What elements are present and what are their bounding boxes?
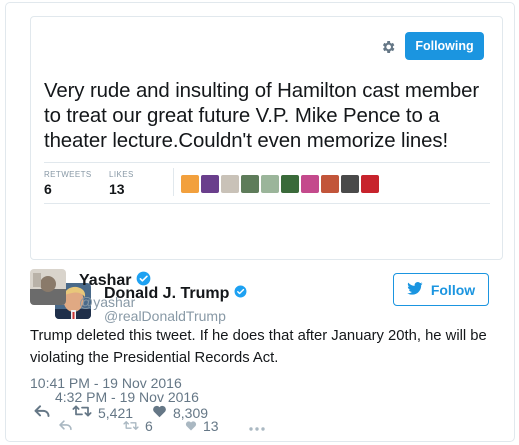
verified-badge-icon bbox=[234, 285, 247, 303]
twitter-bird-icon bbox=[407, 281, 423, 298]
liker-avatar[interactable] bbox=[181, 175, 199, 193]
quoted-tweet-text: Very rude and insulting of Hamilton cast… bbox=[44, 80, 480, 152]
author-handle[interactable]: @yashar bbox=[79, 294, 135, 310]
stats-divider-top bbox=[44, 162, 490, 163]
retweet-icon bbox=[72, 404, 92, 421]
follow-button[interactable]: Follow bbox=[393, 273, 489, 306]
likes-stat[interactable]: LIKES 13 bbox=[109, 170, 134, 197]
liker-avatars bbox=[181, 175, 379, 193]
liker-avatar[interactable] bbox=[201, 175, 219, 193]
gear-icon[interactable] bbox=[380, 39, 396, 55]
tweet-text: Trump deleted this tweet. If he does tha… bbox=[30, 328, 487, 366]
like-count: 8,309 bbox=[173, 404, 209, 421]
liker-avatar[interactable] bbox=[341, 175, 359, 193]
following-button[interactable]: Following bbox=[405, 32, 484, 60]
liker-avatar[interactable] bbox=[261, 175, 279, 193]
liker-avatar[interactable] bbox=[321, 175, 339, 193]
quoted-tweet-timestamp[interactable]: 4:32 PM - 19 Nov 2016 bbox=[55, 389, 199, 405]
retweets-count: 6 bbox=[44, 181, 52, 197]
likes-count: 13 bbox=[109, 181, 125, 197]
more-action[interactable] bbox=[249, 418, 265, 434]
retweet-count: 5,421 bbox=[98, 404, 134, 421]
quoted-tweet-card[interactable]: Donald J. Trump @realDonaldTrump Followi… bbox=[30, 16, 503, 434]
author-name[interactable]: Yashar bbox=[79, 272, 131, 290]
more-dots-icon bbox=[249, 418, 265, 434]
retweet-action[interactable]: 5,421 bbox=[72, 404, 152, 421]
retweets-stat[interactable]: RETWEETS 6 bbox=[44, 170, 92, 197]
author-avatar[interactable] bbox=[30, 269, 66, 305]
follow-label: Follow bbox=[430, 281, 476, 298]
liker-avatar[interactable] bbox=[281, 175, 299, 193]
liker-avatar[interactable] bbox=[241, 175, 259, 193]
liker-avatar[interactable] bbox=[361, 175, 379, 193]
stats-vertical-divider bbox=[173, 168, 174, 196]
author-name-row: Yashar bbox=[79, 271, 151, 291]
reply-icon bbox=[34, 404, 50, 421]
stats-divider-bottom bbox=[44, 203, 490, 204]
like-action[interactable]: 8,309 bbox=[152, 404, 208, 421]
verified-badge-icon bbox=[136, 271, 151, 291]
liker-avatar[interactable] bbox=[221, 175, 239, 193]
retweets-label: RETWEETS bbox=[44, 170, 92, 179]
likes-label: LIKES bbox=[109, 170, 134, 179]
tweet-timestamp[interactable]: 10:41 PM - 19 Nov 2016 bbox=[30, 375, 182, 391]
tweet-embed-card: Donald J. Trump @realDonaldTrump Followi… bbox=[5, 2, 515, 442]
heart-icon bbox=[152, 404, 167, 421]
quoted-author-handle[interactable]: @realDonaldTrump bbox=[104, 308, 226, 324]
liker-avatar[interactable] bbox=[301, 175, 319, 193]
tweet-actions: 5,421 8,309 bbox=[34, 404, 208, 421]
reply-action[interactable] bbox=[34, 404, 72, 421]
